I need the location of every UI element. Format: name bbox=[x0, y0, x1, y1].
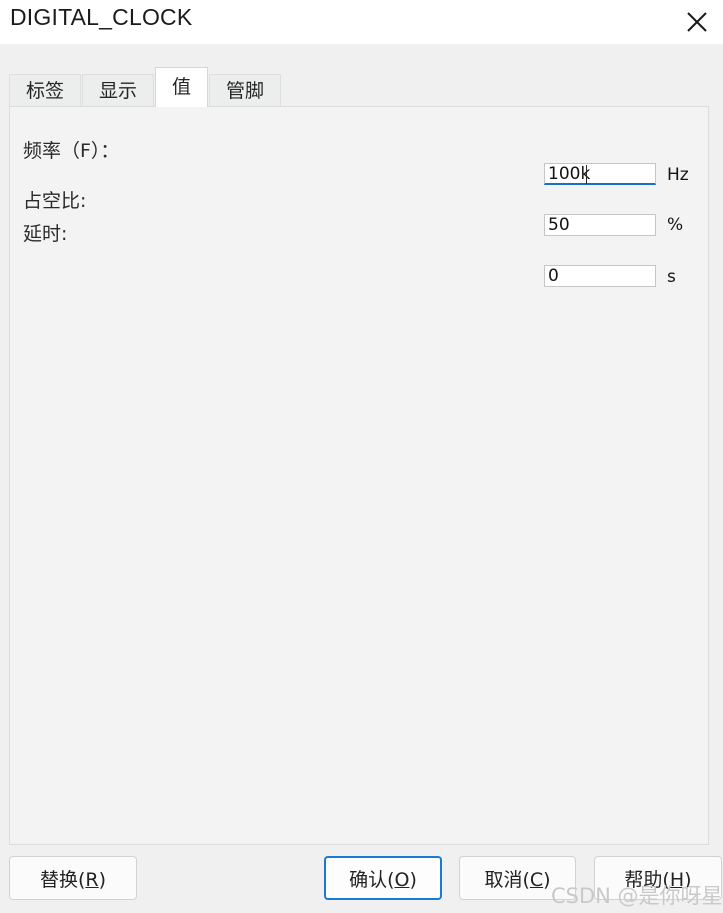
confirm-button[interactable]: 确认(O) bbox=[324, 856, 442, 900]
tab-labels-label: 标签 bbox=[26, 80, 65, 102]
replace-button[interactable]: 替换(R) bbox=[9, 856, 137, 900]
confirm-button-label: 确认(O) bbox=[349, 868, 417, 891]
frequency-unit: Hz bbox=[667, 165, 689, 185]
delay-input[interactable] bbox=[544, 265, 656, 287]
close-icon bbox=[684, 9, 710, 35]
tab-display[interactable]: 显示 bbox=[82, 74, 155, 106]
duty-cycle-unit: % bbox=[667, 215, 684, 235]
help-button[interactable]: 帮助(H) bbox=[594, 856, 722, 900]
duty-cycle-input[interactable] bbox=[544, 214, 656, 236]
cancel-button-label: 取消(C) bbox=[484, 868, 551, 891]
tab-value[interactable]: 值 bbox=[155, 67, 209, 107]
value-tab-panel: 频率（F）： Hz 占空比: % 延时: s bbox=[9, 106, 709, 845]
duty-cycle-label: 占空比: bbox=[23, 190, 87, 212]
tab-pins[interactable]: 管脚 bbox=[209, 74, 282, 106]
tab-labels[interactable]: 标签 bbox=[9, 74, 82, 106]
close-button[interactable] bbox=[679, 4, 715, 40]
window-titlebar: DIGITAL_CLOCK bbox=[0, 0, 723, 44]
tab-display-label: 显示 bbox=[99, 80, 138, 102]
frequency-input[interactable] bbox=[544, 163, 656, 185]
tab-value-label: 值 bbox=[172, 76, 192, 98]
text-caret bbox=[586, 165, 587, 184]
dialog-body: 标签 显示 值 管脚 频率（F）： Hz 占空比: % 延时: s 替换(R) … bbox=[0, 44, 723, 913]
tab-pins-label: 管脚 bbox=[226, 80, 265, 102]
tab-strip: 标签 显示 值 管脚 bbox=[9, 66, 282, 107]
replace-button-label: 替换(R) bbox=[39, 868, 107, 891]
window-title: DIGITAL_CLOCK bbox=[10, 4, 193, 30]
delay-label: 延时: bbox=[23, 223, 68, 245]
delay-unit: s bbox=[667, 267, 676, 287]
cancel-button[interactable]: 取消(C) bbox=[459, 856, 576, 900]
help-button-label: 帮助(H) bbox=[624, 868, 692, 891]
frequency-label: 频率（F）： bbox=[23, 140, 120, 162]
